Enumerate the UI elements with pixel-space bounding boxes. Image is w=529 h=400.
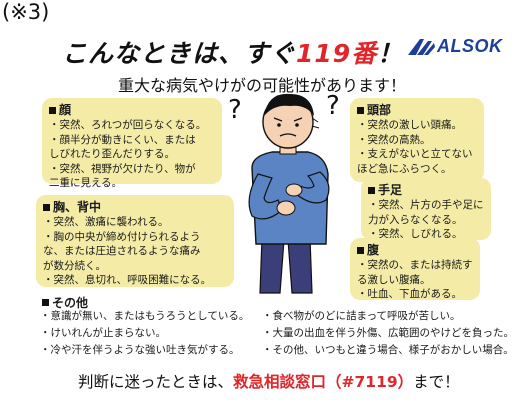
list-item: ・冷や汗を伴うような強い吐き気がする。 [40,344,240,356]
list-item: ・大量の出血を伴う外傷、広範囲のやけどを負った。 [262,327,514,339]
list-item: ・突然、視野が欠けたり、物が 二重に見える。 [49,162,196,190]
list-item: ・顔半分が動きにくい、または しびれたり歪んだりする。 [49,133,196,161]
question-mark-icon: ? [228,95,242,125]
logo-text: ALSOK [437,36,503,56]
list-item: ・意識が無い、またはもうろうとしている。 [40,310,250,322]
headline: こんなときは、すぐ119番！ [62,34,403,70]
bullet-square-icon [49,107,56,114]
panel-head: 頭部 ・突然の激しい頭痛。 ・突然の高熱。 ・支えがないと立てない ほど急にふら… [350,98,484,182]
logo-mark-icon [408,38,435,55]
panel-chest-title: 胸、背中 [43,200,228,215]
list-item: ・その他、いつもと違う場合、様子がおかしい場合。 [262,344,514,356]
footer-after: まで！ [413,373,460,391]
list-item: ・食べ物がのどに詰まって呼吸が苦しい。 [262,310,461,322]
reference-label: (※3) [2,0,50,24]
list-item: ・突然の激しい頭痛。 [357,119,462,131]
headline-after: ！ [377,39,404,68]
sick-person-illustration: ? ? [228,91,340,294]
footer-message: 判断に迷ったときは、救急相談窓口（#7119）まで！ [78,370,460,392]
panel-limbs-title: 手足 [368,183,485,198]
list-item: ・突然の高熱。 [357,133,431,146]
list-item: ・突然、激痛に襲われる。 [43,216,169,228]
bullet-square-icon [42,299,49,306]
panel-face: 顔 ・突然、ろれつが回らなくなる。 ・顔半分が動きにくい、または しびれたり歪ん… [42,98,222,189]
panel-abdomen-title: 腹 [357,243,474,258]
others-list-left: ・意識が無い、またはもうろうとしている。 ・けいれんが止まらない。 ・冷や汗を伴… [40,308,249,359]
list-item: ・胸の中央が締め付けられるよう な、または圧迫されるような痛み が数分続く。 [43,230,201,272]
list-item: ・突然、息切れ、呼吸困難になる。 [43,274,212,286]
panel-limbs: 手足 ・突然、片方の手や足に 力が入らなくなる。 ・突然、しびれる。 [361,178,491,240]
panel-face-title: 顔 [49,103,216,118]
others-list-right: ・食べ物がのどに詰まって呼吸が苦しい。 ・大量の出血を伴う外傷、広範囲のやけどを… [262,308,514,359]
headline-before: こんなときは、すぐ [62,39,297,68]
list-item: ・突然の、または持続す る激しい腹痛。 [357,259,473,286]
panel-head-title: 頭部 [357,103,478,118]
consultation-hotline: 救急相談窓口（#7119） [233,373,414,391]
list-item: ・支えがないと立てない ほど急にふらつく。 [357,148,473,175]
bullet-square-icon [43,204,50,211]
list-item: ・けいれんが止まらない。 [40,327,166,339]
headline-number: 119番 [296,39,378,68]
list-item: ・突然、ろれつが回らなくなる。 [49,119,207,131]
footer-before: 判断に迷ったときは、 [78,373,234,391]
bullet-square-icon [368,187,375,194]
panel-chest-back: 胸、背中 ・突然、激痛に襲われる。 ・胸の中央が締め付けられるよう な、または圧… [36,195,234,287]
panel-abdomen: 腹 ・突然の、または持続す る激しい腹痛。 ・吐血、下血がある。 [350,238,480,300]
list-item: ・突然、片方の手や足に 力が入らなくなる。 [368,199,484,226]
list-item: ・吐血、下血がある。 [357,288,462,300]
alsok-logo: ALSOK [406,36,503,57]
question-mark-icon: ? [326,91,340,121]
